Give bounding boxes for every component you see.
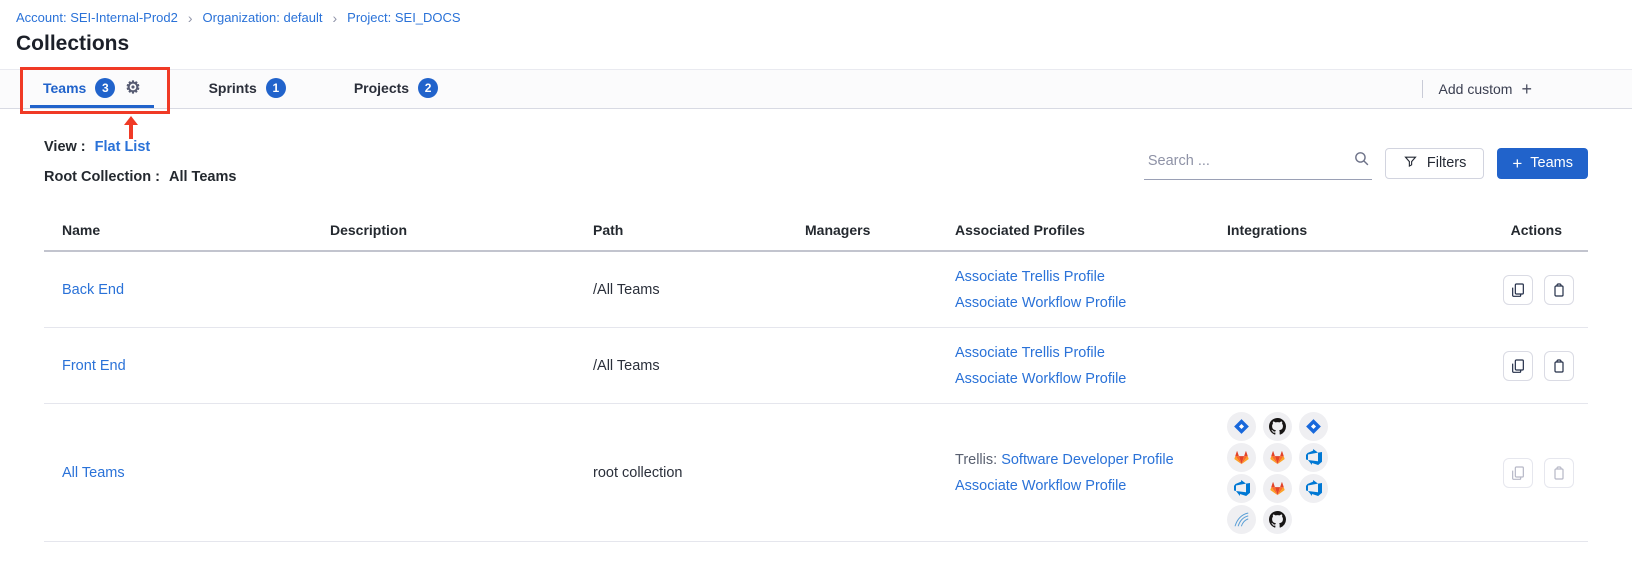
copy-collection-button-disabled — [1503, 458, 1533, 488]
tab-sprints[interactable]: Sprints 1 — [196, 70, 299, 108]
toolbar: View : Flat List Root Collection : All Tea… — [44, 139, 1588, 185]
delete-collection-button[interactable] — [1544, 275, 1574, 305]
breadcrumb: Account: SEI-Internal-Prod2 › Organizati… — [0, 0, 1632, 25]
path-cell: /All Teams — [593, 282, 805, 298]
azure-devops-icon — [1299, 474, 1328, 503]
tab-teams-label: Teams — [43, 80, 86, 96]
collection-link-front-end[interactable]: Front End — [62, 358, 126, 374]
table-header-row: Name Description Path Managers Associate… — [44, 212, 1588, 252]
software-developer-profile-link[interactable]: Software Developer Profile — [1001, 452, 1173, 468]
associate-trellis-profile-link[interactable]: Associate Trellis Profile — [955, 345, 1105, 361]
collections-table: Name Description Path Managers Associate… — [44, 212, 1588, 542]
breadcrumb-account-link[interactable]: Account: SEI-Internal-Prod2 — [16, 10, 178, 25]
vertical-divider — [1422, 80, 1423, 98]
path-cell: /All Teams — [593, 358, 805, 374]
delete-collection-button-disabled — [1544, 458, 1574, 488]
tab-sprints-count-badge: 1 — [266, 78, 286, 98]
add-teams-button-label: Teams — [1530, 155, 1573, 171]
collection-link-back-end[interactable]: Back End — [62, 282, 124, 298]
column-header-path: Path — [593, 222, 805, 238]
gitlab-icon — [1263, 474, 1292, 503]
search-box — [1144, 146, 1372, 180]
annotation-arrow-icon — [124, 116, 138, 139]
breadcrumb-project-link[interactable]: Project: SEI_DOCS — [347, 10, 460, 25]
associate-workflow-profile-link[interactable]: Associate Workflow Profile — [955, 295, 1126, 311]
github-icon — [1263, 505, 1292, 534]
trellis-prefix-label: Trellis: — [955, 452, 1001, 468]
root-collection-label: Root Collection : — [44, 169, 160, 185]
view-label: View : — [44, 139, 86, 155]
table-row: Back End /All Teams Associate Trellis Pr… — [44, 252, 1588, 328]
integrations-cell — [1227, 412, 1420, 534]
root-collection-value: All Teams — [169, 169, 236, 185]
column-header-description: Description — [330, 222, 593, 238]
copy-collection-button[interactable] — [1503, 275, 1533, 305]
azure-devops-icon — [1299, 443, 1328, 472]
breadcrumb-separator-icon: › — [188, 11, 193, 25]
tab-projects[interactable]: Projects 2 — [341, 70, 451, 108]
tab-bar-wrap: Teams 3 ⚙ Sprints 1 Projects 2 Add custo… — [0, 69, 1632, 109]
gear-icon[interactable]: ⚙ — [125, 79, 140, 96]
add-custom-label: Add custom — [1439, 81, 1513, 97]
column-header-associated-profiles: Associated Profiles — [955, 222, 1227, 238]
filters-button-label: Filters — [1427, 155, 1466, 171]
integrations-grid — [1227, 412, 1328, 534]
search-input[interactable] — [1146, 152, 1353, 170]
root-collection-line: Root Collection : All Teams — [44, 169, 236, 185]
column-header-managers: Managers — [805, 222, 955, 238]
add-custom-button[interactable]: Add custom + — [1439, 80, 1532, 98]
table-row: Front End /All Teams Associate Trellis P… — [44, 328, 1588, 404]
delete-collection-button[interactable] — [1544, 351, 1574, 381]
sonarqube-icon — [1227, 505, 1256, 534]
jira-icon — [1299, 412, 1328, 441]
tab-sprints-label: Sprints — [209, 80, 257, 96]
copy-collection-button[interactable] — [1503, 351, 1533, 381]
azure-devops-icon — [1227, 474, 1256, 503]
associate-trellis-profile-link[interactable]: Associate Trellis Profile — [955, 269, 1105, 285]
tab-teams-count-badge: 3 — [95, 78, 115, 98]
tab-projects-label: Projects — [354, 80, 409, 96]
gitlab-icon — [1263, 443, 1292, 472]
plus-icon: + — [1512, 155, 1522, 172]
page-title: Collections — [16, 32, 1632, 56]
collection-link-all-teams[interactable]: All Teams — [62, 465, 125, 481]
filter-funnel-icon — [1403, 154, 1418, 173]
path-cell: root collection — [593, 465, 805, 481]
search-icon — [1353, 150, 1370, 172]
gitlab-icon — [1227, 443, 1256, 472]
view-flat-list-link[interactable]: Flat List — [95, 139, 151, 155]
github-icon — [1263, 412, 1292, 441]
column-header-integrations: Integrations — [1227, 222, 1420, 238]
plus-icon: + — [1521, 80, 1532, 98]
filters-button[interactable]: Filters — [1385, 148, 1484, 179]
add-teams-button[interactable]: + Teams — [1497, 148, 1588, 179]
column-header-actions: Actions — [1420, 222, 1588, 238]
tab-bar-spacer — [451, 70, 1421, 108]
jira-icon — [1227, 412, 1256, 441]
tab-teams[interactable]: Teams 3 ⚙ — [30, 70, 154, 108]
breadcrumb-organization-link[interactable]: Organization: default — [203, 10, 323, 25]
view-line: View : Flat List — [44, 139, 236, 155]
tab-projects-count-badge: 2 — [418, 78, 438, 98]
associate-workflow-profile-link[interactable]: Associate Workflow Profile — [955, 371, 1126, 387]
column-header-name: Name — [44, 222, 330, 238]
tab-bar: Teams 3 ⚙ Sprints 1 Projects 2 Add custo… — [0, 69, 1632, 109]
breadcrumb-separator-icon: › — [333, 11, 338, 25]
table-row: All Teams root collection Trellis: Softw… — [44, 404, 1588, 542]
associate-workflow-profile-link[interactable]: Associate Workflow Profile — [955, 478, 1126, 494]
